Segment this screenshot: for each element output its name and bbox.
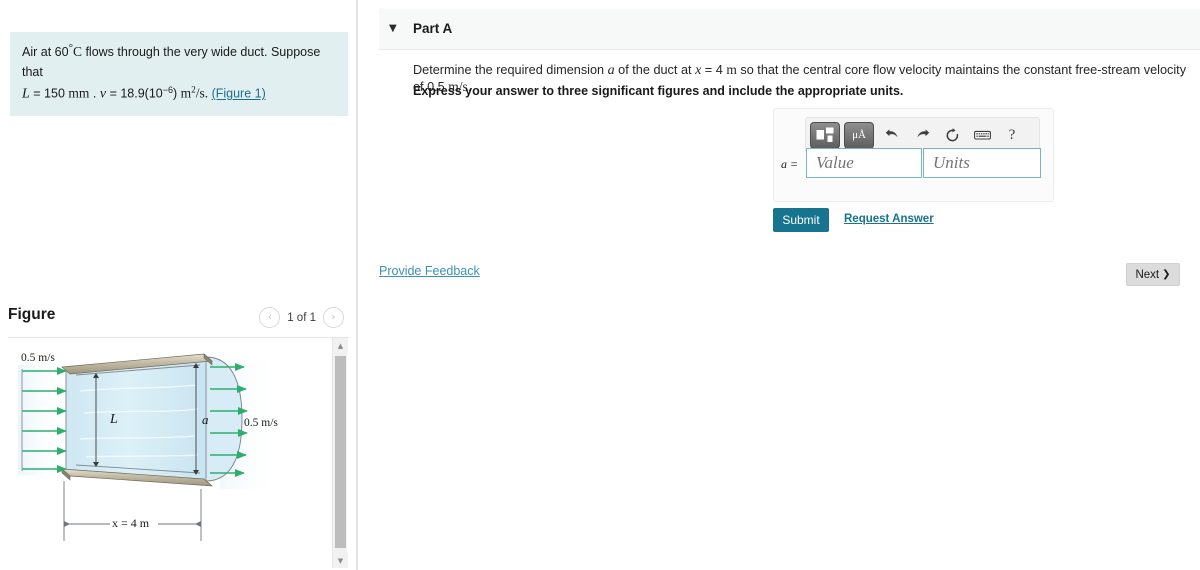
separator-dot: .: [92, 86, 97, 101]
unit-per-second: /s.: [195, 85, 209, 101]
chevron-down-icon[interactable]: ▼: [389, 23, 397, 34]
answer-variable-label: a =: [781, 157, 799, 171]
figure-panel-header: Figure ‹ 1 of 1 ›: [0, 300, 358, 336]
question-variable-a: a: [607, 63, 615, 78]
figure-viewport: 0.5 m/s 0.5 m/s L a x = 4 m: [0, 339, 332, 568]
math-template-icon[interactable]: [810, 121, 840, 149]
triangle-up-icon: ▲: [337, 341, 344, 350]
figure-prev-button[interactable]: ‹: [259, 307, 281, 328]
figure-divider: [8, 337, 350, 338]
problem-line-2: L = 150 mm . ν = 18.9(10−6) m2/s. (Figur…: [22, 83, 338, 105]
label-a: a: [202, 412, 209, 427]
scroll-down-button[interactable]: ▼: [333, 553, 348, 568]
chevron-right-icon: ❯: [1162, 269, 1171, 280]
figure-pager: ‹ 1 of 1 ›: [259, 307, 344, 328]
scrollbar-thumb[interactable]: [335, 356, 346, 548]
L-value: = 150: [33, 86, 65, 101]
reset-circular-arrow-icon[interactable]: [938, 122, 966, 148]
celsius-symbol: C: [72, 44, 82, 60]
figure-scrollbar[interactable]: ▲ ▼: [332, 338, 348, 568]
keyboard-icon[interactable]: [968, 122, 996, 148]
problem-text-a: Air at 60: [22, 45, 69, 60]
label-x-dimension: x = 4 m: [112, 516, 150, 530]
unit-mm: mm: [68, 85, 90, 101]
exponent-minus-6: −6: [162, 84, 174, 95]
mastering-physics-problem-page: Air at 60°C flows through the very wide …: [0, 0, 1200, 570]
unit-m: m: [180, 85, 192, 101]
nu-value: = 18.9(10: [109, 86, 163, 101]
units-input[interactable]: [923, 148, 1041, 178]
next-button-label: Next: [1135, 268, 1160, 281]
provide-feedback-link[interactable]: Provide Feedback: [379, 264, 480, 278]
left-panel: Air at 60°C flows through the very wide …: [0, 0, 358, 570]
variable-nu: ν: [99, 86, 107, 102]
next-button[interactable]: Next ❯: [1126, 263, 1180, 286]
closing-paren: ): [173, 86, 178, 101]
question-unit-m: m: [726, 62, 737, 77]
redo-arrow-icon[interactable]: [908, 122, 936, 148]
figure-next-button[interactable]: ›: [323, 307, 344, 328]
answer-entry-box: μÅ ? a = Value Units: [773, 108, 1054, 202]
chevron-left-icon: ‹: [267, 312, 272, 323]
variable-L: L: [22, 86, 30, 102]
question-mark-help-icon[interactable]: ?: [998, 122, 1026, 148]
figure-panel-title: Figure: [8, 306, 56, 323]
undo-arrow-icon[interactable]: [878, 122, 906, 148]
part-a-label: Part A: [413, 21, 453, 36]
problem-line-1: Air at 60°C flows through the very wide …: [22, 40, 338, 82]
triangle-down-icon: ▼: [337, 556, 344, 565]
figure-1-link[interactable]: (Figure 1): [212, 87, 266, 101]
duct-diagram: [18, 353, 280, 541]
chevron-right-icon: ›: [331, 312, 336, 323]
right-panel: ▼ Part A Determine the required dimensio…: [360, 0, 1200, 570]
instruction-text: Express your answer to three significant…: [413, 84, 904, 98]
micro-angstrom-units-icon[interactable]: μÅ: [844, 121, 874, 149]
part-a-header[interactable]: ▼ Part A: [379, 8, 1200, 50]
label-L: L: [110, 412, 118, 427]
value-input[interactable]: [806, 148, 922, 178]
submit-button[interactable]: Submit: [773, 208, 829, 232]
problem-statement: Air at 60°C flows through the very wide …: [10, 32, 348, 116]
inlet-velocity-label: 0.5 m/s: [21, 352, 55, 364]
request-answer-link[interactable]: Request Answer: [844, 213, 934, 225]
figure-page-label: 1 of 1: [287, 311, 316, 324]
scroll-up-button[interactable]: ▲: [333, 338, 348, 353]
outlet-velocity-label: 0.5 m/s: [244, 417, 278, 429]
